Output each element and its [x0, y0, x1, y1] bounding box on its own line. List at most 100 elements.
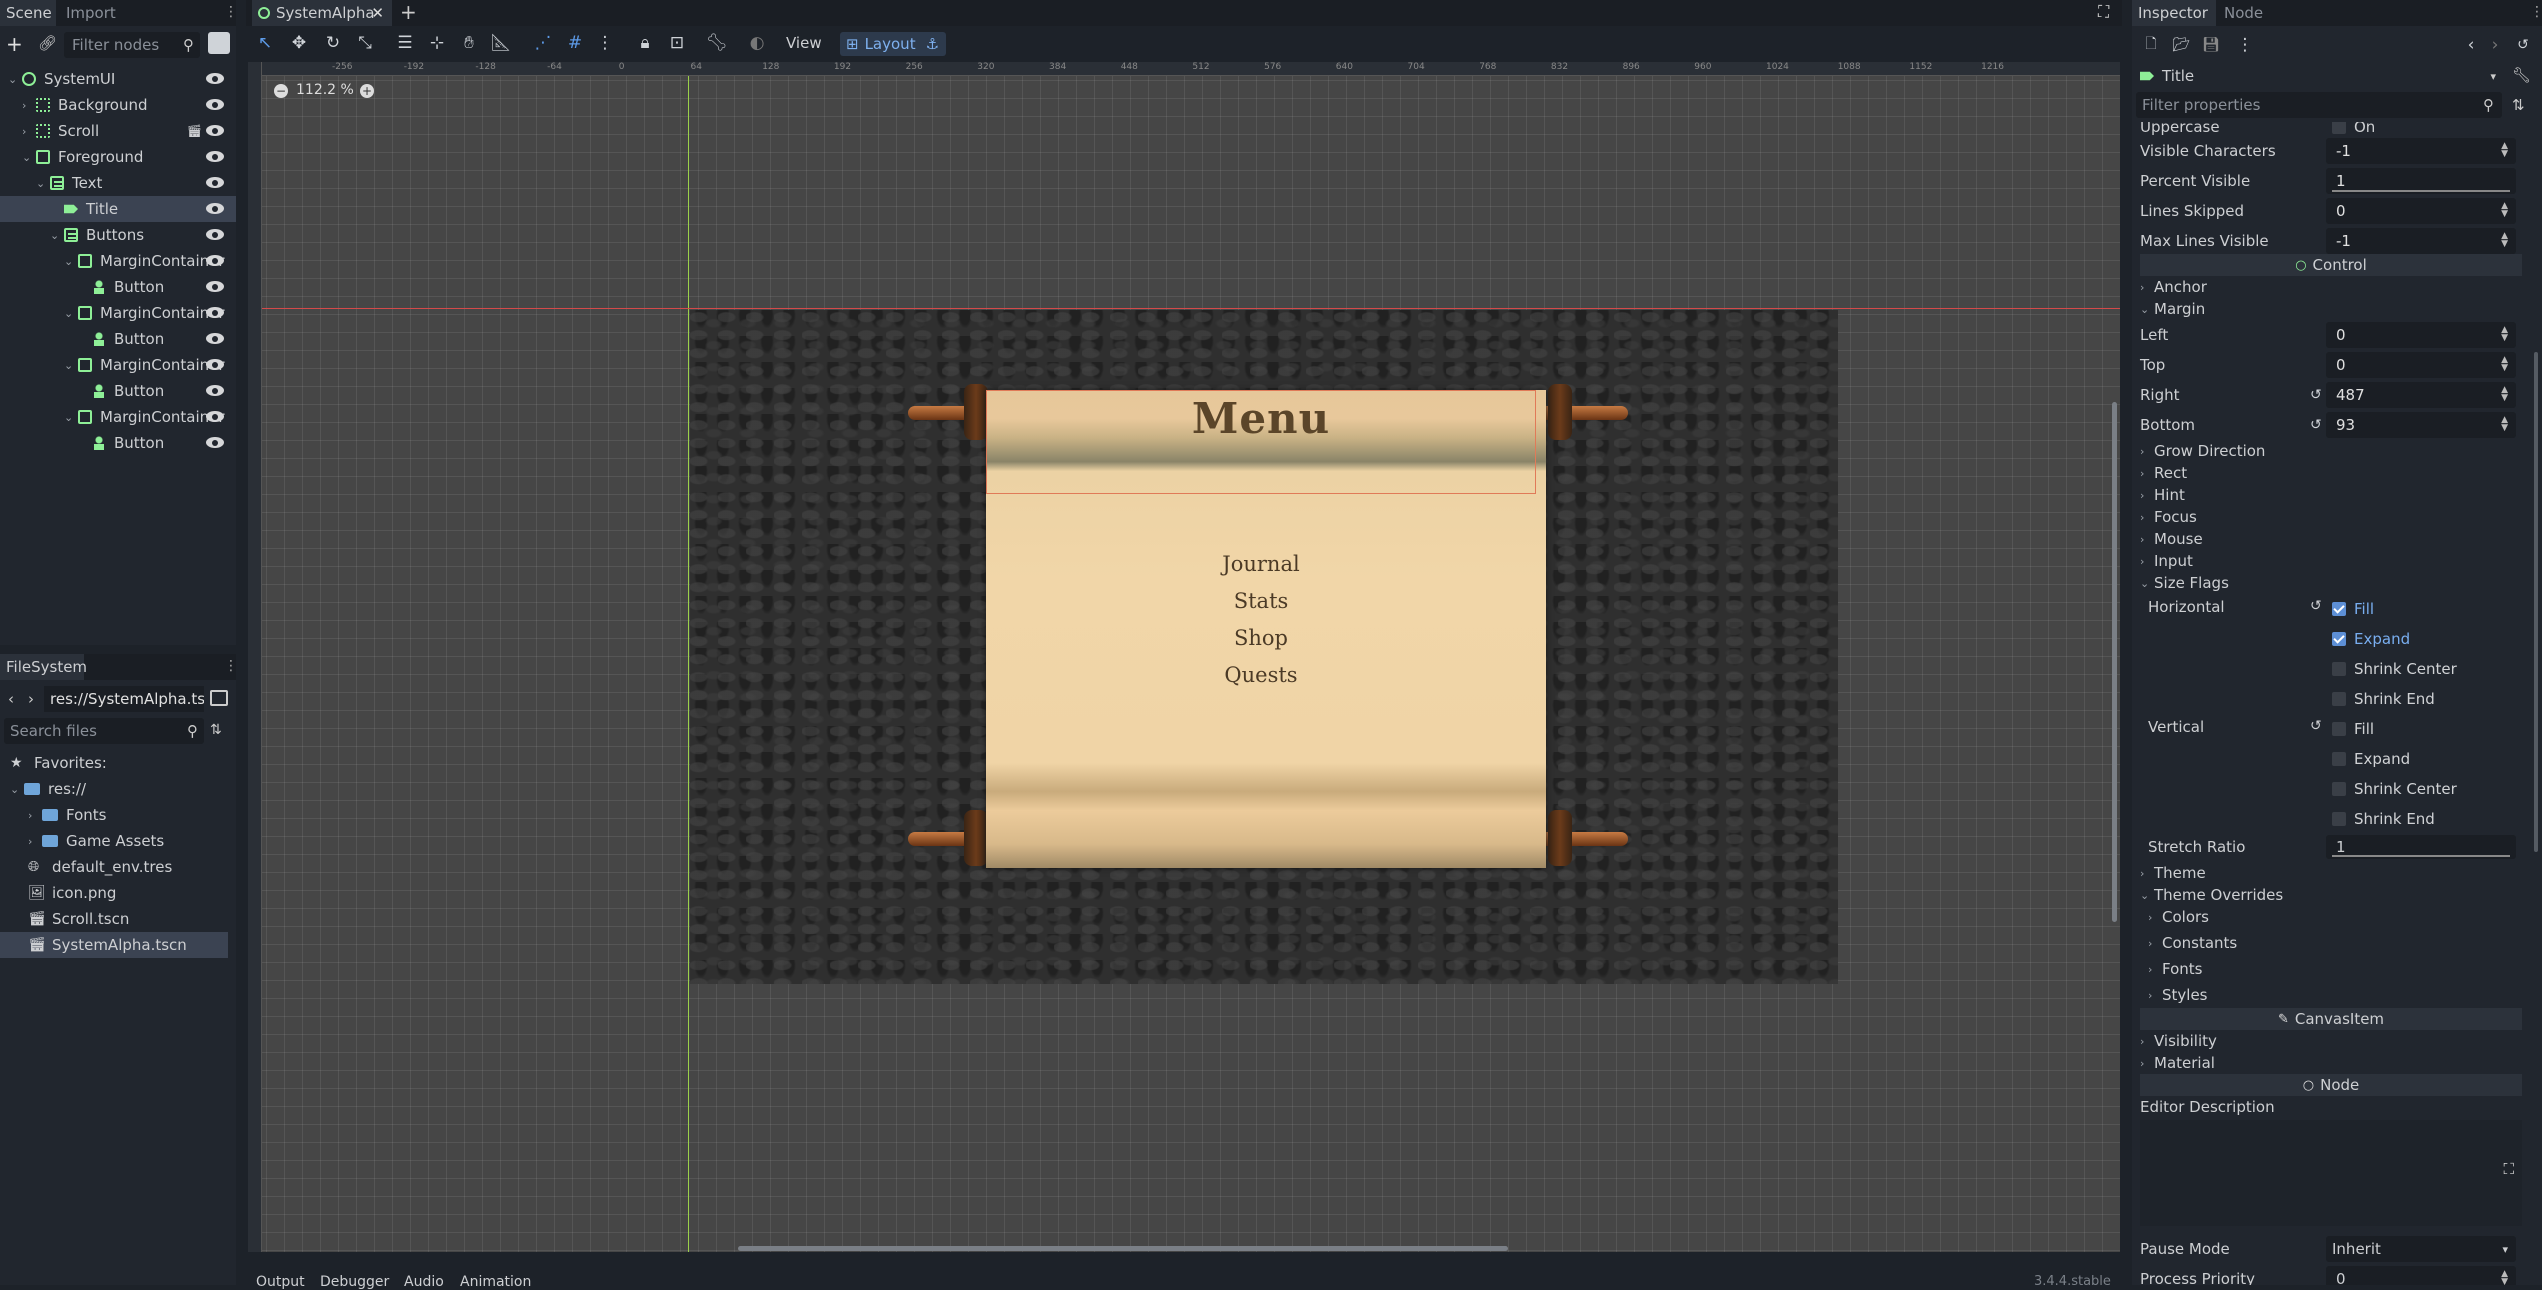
inspector-section[interactable]: › Theme — [2140, 862, 2522, 884]
property-value-field[interactable]: 0 ▲ ▼ — [2326, 322, 2516, 348]
object-edit-icon[interactable]: 🔧︎ — [2512, 66, 2531, 84]
zoom-out-button[interactable]: − — [274, 84, 288, 98]
inspector-section[interactable]: ⌄ Size Flags — [2140, 572, 2522, 594]
visibility-eye-icon[interactable] — [206, 99, 226, 111]
property-checkbox[interactable]: On — [2332, 122, 2375, 136]
pan-tool-icon[interactable]: ✋︎ — [456, 30, 482, 56]
inspector-section[interactable]: › Styles — [2148, 984, 2530, 1006]
visibility-eye-icon[interactable] — [206, 281, 226, 293]
property-value-field[interactable]: 0 ▲ ▼ — [2326, 198, 2516, 224]
distraction-free-icon[interactable]: ⛶ — [2098, 2, 2109, 22]
viewport[interactable]: -256 -192 -128 -64 0 64 128 192 256 320 384 448 512 5… — [248, 62, 2120, 1252]
spinner-arrows-icon[interactable]: ▲ ▼ — [2501, 202, 2508, 219]
inspector-section[interactable]: ⌄ Margin — [2140, 298, 2522, 320]
scene-tree-item[interactable]: Button — [0, 430, 236, 456]
scene-tree-item[interactable]: Title — [0, 196, 236, 222]
chevron-right-icon[interactable]: › — [22, 125, 32, 138]
spinner-arrows-icon[interactable]: ▲ ▼ — [2501, 356, 2508, 373]
inspector-scroll[interactable]: Uppercase On Visible Characters -1 ▲ ▼ Percent… — [2132, 122, 2542, 1285]
ruler-tool-icon[interactable]: 📐︎ — [488, 30, 514, 56]
inspector-section[interactable]: › Grow Direction — [2140, 440, 2522, 462]
chevron-right-icon[interactable]: › — [28, 835, 38, 848]
scene-tree-item[interactable]: › Background — [0, 92, 236, 118]
inspector-section[interactable]: › Mouse — [2140, 528, 2522, 550]
revert-icon[interactable]: ↺ — [2310, 387, 2322, 403]
grid-snap-icon[interactable]: # — [562, 30, 588, 56]
chevron-down-icon[interactable]: ⌄ — [64, 255, 74, 268]
tab-import[interactable]: Import — [66, 0, 116, 26]
property-value-field[interactable]: 487 ▲ ▼ — [2326, 382, 2516, 408]
rotate-tool-icon[interactable]: ↻ — [320, 30, 346, 56]
viewport-h-scrollbar[interactable] — [738, 1246, 1508, 1251]
bone-icon[interactable]: 🦴︎ — [704, 30, 730, 56]
visibility-eye-icon[interactable] — [206, 203, 226, 215]
add-node-button[interactable]: + — [6, 32, 23, 56]
tab-inspector[interactable]: Inspector — [2132, 0, 2216, 26]
visibility-eye-icon[interactable] — [206, 255, 226, 267]
file-tree-item[interactable]: 🎬︎ SystemAlpha.tscn — [0, 932, 228, 958]
tab-audio[interactable]: Audio — [404, 1274, 444, 1290]
script-icon[interactable] — [208, 32, 230, 54]
file-tree-item[interactable]: › Fonts — [0, 802, 228, 828]
scene-tab-systemalpha[interactable]: SystemAlpha ✕ — [252, 0, 392, 26]
slider-track[interactable] — [2332, 855, 2510, 857]
visibility-eye-icon[interactable] — [206, 411, 226, 423]
property-value-field[interactable]: 1 — [2326, 168, 2516, 194]
flag-checkbox[interactable]: Shrink End — [2332, 684, 2435, 714]
history-forward-icon[interactable]: › — [2482, 32, 2508, 58]
tab-filesystem[interactable]: FileSystem — [0, 654, 87, 680]
tab-node[interactable]: Node — [2224, 0, 2263, 26]
inspector-section[interactable]: › Hint — [2140, 484, 2522, 506]
filter-nodes-input[interactable]: Filter nodes ⚲ — [64, 32, 200, 58]
file-tree-item[interactable]: 🎬︎ Scroll.tscn — [0, 906, 228, 932]
view-menu[interactable]: View — [786, 34, 822, 52]
editor-description-textarea[interactable]: ⛶ — [2140, 1120, 2522, 1226]
property-value-field[interactable]: -1 ▲ ▼ — [2326, 228, 2516, 254]
chevron-down-icon[interactable]: ⌄ — [8, 73, 18, 86]
inspector-options-icon[interactable]: ⋮ — [2232, 32, 2258, 58]
layout-menu[interactable]: ⊞ Layout ⚓︎ — [840, 32, 946, 56]
close-icon[interactable]: ✕ — [371, 4, 384, 22]
visibility-eye-icon[interactable] — [206, 385, 226, 397]
chevron-down-icon[interactable]: ⌄ — [50, 229, 60, 242]
scene-tree-item[interactable]: Button — [0, 378, 236, 404]
inspector-section[interactable]: › Input — [2140, 550, 2522, 572]
stretch-ratio-field[interactable]: 1 — [2326, 835, 2516, 859]
revert-icon[interactable]: ↺ — [2310, 598, 2322, 614]
fs-menu-icon[interactable]: ⋮ — [224, 658, 238, 674]
insp-menu-icon[interactable]: ⋮ — [2530, 4, 2542, 20]
expand-icon[interactable]: ⛶ — [2503, 1160, 2514, 1178]
property-value-field[interactable]: -1 ▲ ▼ — [2326, 138, 2516, 164]
visibility-eye-icon[interactable] — [206, 333, 226, 345]
filter-properties-input[interactable]: Filter properties ⚲ — [2136, 92, 2502, 118]
slider-track[interactable] — [2332, 190, 2510, 192]
property-value-field[interactable]: 0 ▲ ▼ — [2326, 352, 2516, 378]
tab-debugger[interactable]: Debugger — [320, 1274, 389, 1290]
spinner-arrows-icon[interactable]: ▲ ▼ — [2501, 142, 2508, 159]
spinner-arrows-icon[interactable]: ▲ ▼ — [2501, 232, 2508, 249]
scene-tree-item[interactable]: ⌄ MarginContainer — [0, 300, 236, 326]
scene-tree-item[interactable]: Button — [0, 274, 236, 300]
file-tree-item[interactable]: ★ Favorites: — [0, 750, 228, 776]
history-icon[interactable]: ↺ — [2510, 32, 2536, 58]
smart-snap-icon[interactable]: ⋰ — [530, 30, 556, 56]
path-field[interactable]: res://SystemAlpha.tsc — [44, 686, 204, 712]
scene-tree-item[interactable]: Button — [0, 326, 236, 352]
tab-animation[interactable]: Animation — [460, 1274, 531, 1290]
scene-tree-item[interactable]: ⌄ SystemUI — [0, 66, 236, 92]
flag-checkbox[interactable]: Shrink End — [2332, 804, 2435, 834]
scene-tree-item[interactable]: ⌄ Buttons — [0, 222, 236, 248]
file-tree-item[interactable]: 🌐︎ default_env.tres — [0, 854, 228, 880]
flag-checkbox[interactable]: Expand — [2332, 744, 2410, 774]
menu-item-button[interactable]: Shop — [986, 626, 1536, 650]
inspector-section[interactable]: ⌄ Theme Overrides — [2140, 884, 2522, 906]
inspector-section[interactable]: › Rect — [2140, 462, 2522, 484]
flag-checkbox[interactable]: Fill — [2332, 714, 2374, 744]
lock-icon[interactable]: 🔒︎ — [632, 30, 658, 56]
flag-checkbox[interactable]: Expand — [2332, 624, 2410, 654]
scale-tool-icon[interactable]: ⤡ — [352, 30, 378, 56]
override-camera-icon[interactable]: ◐ — [744, 30, 770, 56]
search-files-input[interactable]: Search files ⚲ — [4, 718, 204, 744]
visibility-eye-icon[interactable] — [206, 359, 226, 371]
nav-back-icon[interactable]: ‹ — [8, 690, 14, 708]
